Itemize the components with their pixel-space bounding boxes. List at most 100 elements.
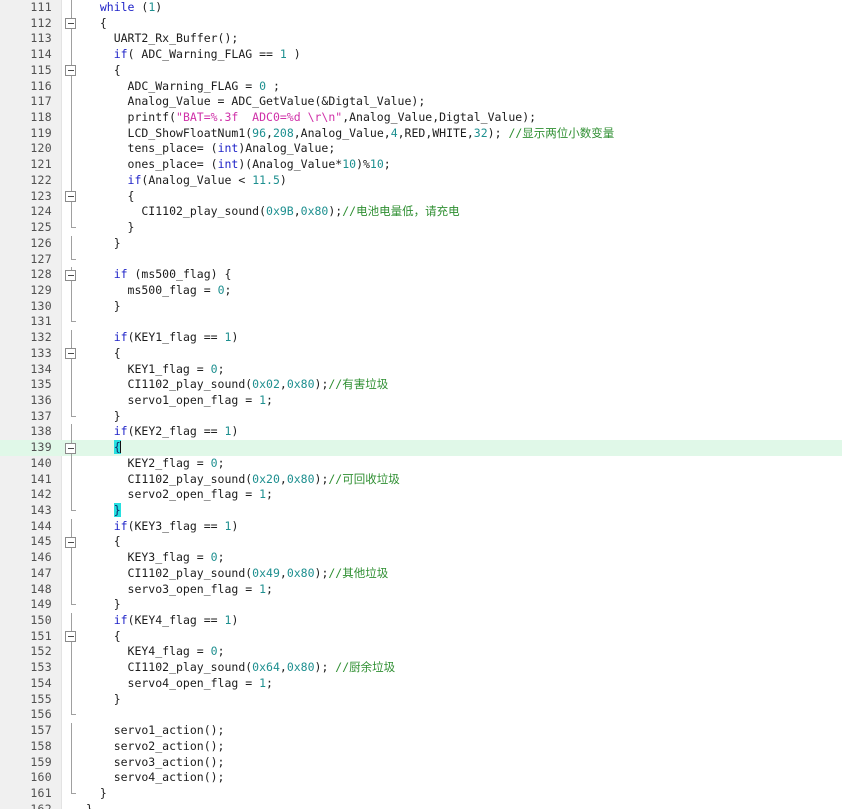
code-line[interactable]: 132 if(KEY1_flag == 1) bbox=[0, 330, 842, 346]
fold-collapse-icon[interactable] bbox=[64, 345, 80, 362]
code-line[interactable]: 113 UART2_Rx_Buffer(); bbox=[0, 31, 842, 48]
line-number: 137 bbox=[30, 408, 52, 423]
fold-end-marker bbox=[64, 408, 80, 425]
code-line[interactable]: 134 KEY1_flag = 0; bbox=[0, 361, 842, 378]
code-line[interactable]: 146 KEY3_flag = 0; bbox=[0, 550, 842, 566]
code-line[interactable]: 149 } bbox=[0, 597, 842, 613]
number-token: 0x80 bbox=[286, 377, 315, 392]
code-line[interactable]: 136 servo1_open_flag = 1; bbox=[0, 392, 842, 409]
keyword-token: if bbox=[113, 613, 128, 628]
keyword-token: if bbox=[113, 518, 128, 533]
code-line[interactable]: 158 servo2_action(); bbox=[0, 738, 842, 755]
code-line[interactable]: 142 servo2_open_flag = 1; bbox=[0, 487, 842, 503]
comment-token: //其他垃圾 bbox=[328, 565, 389, 580]
code-line[interactable]: 144 if(KEY3_flag == 1) bbox=[0, 518, 842, 535]
comment-token: //电池电量低，请充电 bbox=[342, 204, 460, 219]
code-line[interactable]: 129 ms500_flag = 0; bbox=[0, 282, 842, 299]
code-line[interactable]: 118 printf("BAT=%.3f ADC0=%d \r\n",Analo… bbox=[0, 110, 842, 126]
line-number: 155 bbox=[30, 691, 52, 706]
line-number: 132 bbox=[30, 330, 52, 345]
code-line[interactable]: 157 servo1_action(); bbox=[0, 723, 842, 739]
code-text: { bbox=[86, 188, 135, 203]
code-line[interactable]: 131 bbox=[0, 314, 842, 330]
code-line[interactable]: 122 if(Analog_Value < 11.5) bbox=[0, 172, 842, 189]
code-line[interactable]: 160 servo4_action(); bbox=[0, 770, 842, 786]
code-line[interactable]: 125 } bbox=[0, 220, 842, 236]
code-text: ADC_Warning_FLAG = 0 ; bbox=[86, 78, 280, 93]
code-line[interactable]: 152 KEY4_flag = 0; bbox=[0, 644, 842, 661]
code-line[interactable]: 162} bbox=[0, 802, 842, 809]
fold-guide-line bbox=[64, 157, 80, 173]
code-line[interactable]: 115 { bbox=[0, 62, 842, 79]
code-text: servo1_open_flag = 1; bbox=[86, 392, 273, 407]
code-text: } bbox=[86, 785, 107, 800]
code-line[interactable]: 111 while (1) bbox=[0, 0, 842, 16]
code-line[interactable]: 130 } bbox=[0, 298, 842, 315]
code-text: ones_place= (int)(Analog_Value*10)%10; bbox=[86, 157, 391, 172]
number-token: 0x80 bbox=[286, 565, 315, 580]
fold-collapse-icon[interactable] bbox=[64, 534, 80, 551]
code-line[interactable]: 133 { bbox=[0, 345, 842, 362]
code-line[interactable]: 126 } bbox=[0, 235, 842, 252]
code-line[interactable]: 127 bbox=[0, 251, 842, 268]
keyword-token: int bbox=[217, 157, 239, 172]
number-token: 0x64 bbox=[252, 660, 280, 675]
fold-guide-line bbox=[64, 47, 80, 63]
code-line[interactable]: 121 ones_place= (int)(Analog_Value*10)%1… bbox=[0, 157, 842, 173]
code-line[interactable]: 156 bbox=[0, 707, 842, 723]
code-line[interactable]: 147 CI1102_play_sound(0x49,0x80);//其他垃圾 bbox=[0, 565, 842, 582]
code-line[interactable]: 138 if(KEY2_flag == 1) bbox=[0, 424, 842, 441]
fold-collapse-icon[interactable] bbox=[64, 188, 80, 205]
comment-token: //显示两位小数变量 bbox=[508, 125, 615, 140]
code-line[interactable]: 159 servo3_action(); bbox=[0, 754, 842, 771]
fold-end-marker bbox=[64, 314, 80, 330]
fold-guide-line bbox=[64, 691, 80, 708]
line-number: 117 bbox=[30, 94, 52, 109]
number-token: 1 bbox=[224, 613, 232, 628]
code-line[interactable]: 119 LCD_ShowFloatNum1(96,208,Analog_Valu… bbox=[0, 125, 842, 142]
code-line[interactable]: 124 CI1102_play_sound(0x9B,0x80);//电池电量低… bbox=[0, 204, 842, 221]
number-token: 208 bbox=[272, 125, 294, 140]
fold-end-marker bbox=[64, 785, 80, 802]
code-line[interactable]: 112 { bbox=[0, 15, 842, 32]
code-line[interactable]: 137 } bbox=[0, 408, 842, 425]
fold-guide-line bbox=[64, 235, 80, 252]
fold-end-marker bbox=[64, 220, 80, 236]
code-line[interactable]: 150 if(KEY4_flag == 1) bbox=[0, 613, 842, 629]
code-line[interactable]: 155 } bbox=[0, 691, 842, 708]
code-line[interactable]: 153 CI1102_play_sound(0x64,0x80); //厨余垃圾 bbox=[0, 660, 842, 676]
code-line[interactable]: 114 if( ADC_Warning_FLAG == 1 ) bbox=[0, 47, 842, 63]
line-number: 156 bbox=[30, 707, 52, 722]
keyword-token: if bbox=[127, 172, 142, 187]
code-editor[interactable]: 111 while (1) 112 {113 UART2_Rx_Buffer();… bbox=[0, 0, 842, 809]
fold-guide-line bbox=[64, 424, 80, 441]
code-line[interactable]: 141 CI1102_play_sound(0x20,0x80);//可回收垃圾 bbox=[0, 471, 842, 488]
fold-collapse-icon[interactable] bbox=[64, 267, 80, 283]
fold-collapse-icon[interactable] bbox=[64, 628, 80, 645]
code-line[interactable]: 151 { bbox=[0, 628, 842, 645]
number-token: 10 bbox=[342, 157, 357, 172]
fold-guide-line bbox=[64, 0, 80, 16]
code-line[interactable]: 116 ADC_Warning_FLAG = 0 ; bbox=[0, 78, 842, 95]
number-token: 0x80 bbox=[300, 204, 329, 219]
code-line[interactable]: 154 servo4_open_flag = 1; bbox=[0, 675, 842, 692]
code-line[interactable]: 117 Analog_Value = ADC_GetValue(&Digtal_… bbox=[0, 94, 842, 111]
line-number: 116 bbox=[30, 78, 52, 93]
fold-guide-line bbox=[64, 644, 80, 661]
code-line[interactable]: 143 } bbox=[0, 503, 842, 519]
code-line-current[interactable]: 139 { bbox=[0, 440, 842, 456]
code-line[interactable]: 123 { bbox=[0, 188, 842, 205]
fold-collapse-icon[interactable] bbox=[64, 440, 80, 456]
code-line[interactable]: 140 KEY2_flag = 0; bbox=[0, 455, 842, 472]
code-line[interactable]: 161 } bbox=[0, 785, 842, 802]
code-line[interactable]: 148 servo3_open_flag = 1; bbox=[0, 581, 842, 598]
code-line[interactable]: 128 if (ms500_flag) { bbox=[0, 267, 842, 283]
code-text: } bbox=[86, 801, 93, 809]
code-line[interactable]: 120 tens_place= (int)Analog_Value; bbox=[0, 141, 842, 158]
line-number: 119 bbox=[30, 125, 52, 140]
fold-collapse-icon[interactable] bbox=[64, 15, 80, 32]
line-number: 141 bbox=[30, 471, 52, 486]
fold-collapse-icon[interactable] bbox=[64, 62, 80, 79]
code-line[interactable]: 135 CI1102_play_sound(0x02,0x80);//有害垃圾 bbox=[0, 377, 842, 393]
code-line[interactable]: 145 { bbox=[0, 534, 842, 551]
